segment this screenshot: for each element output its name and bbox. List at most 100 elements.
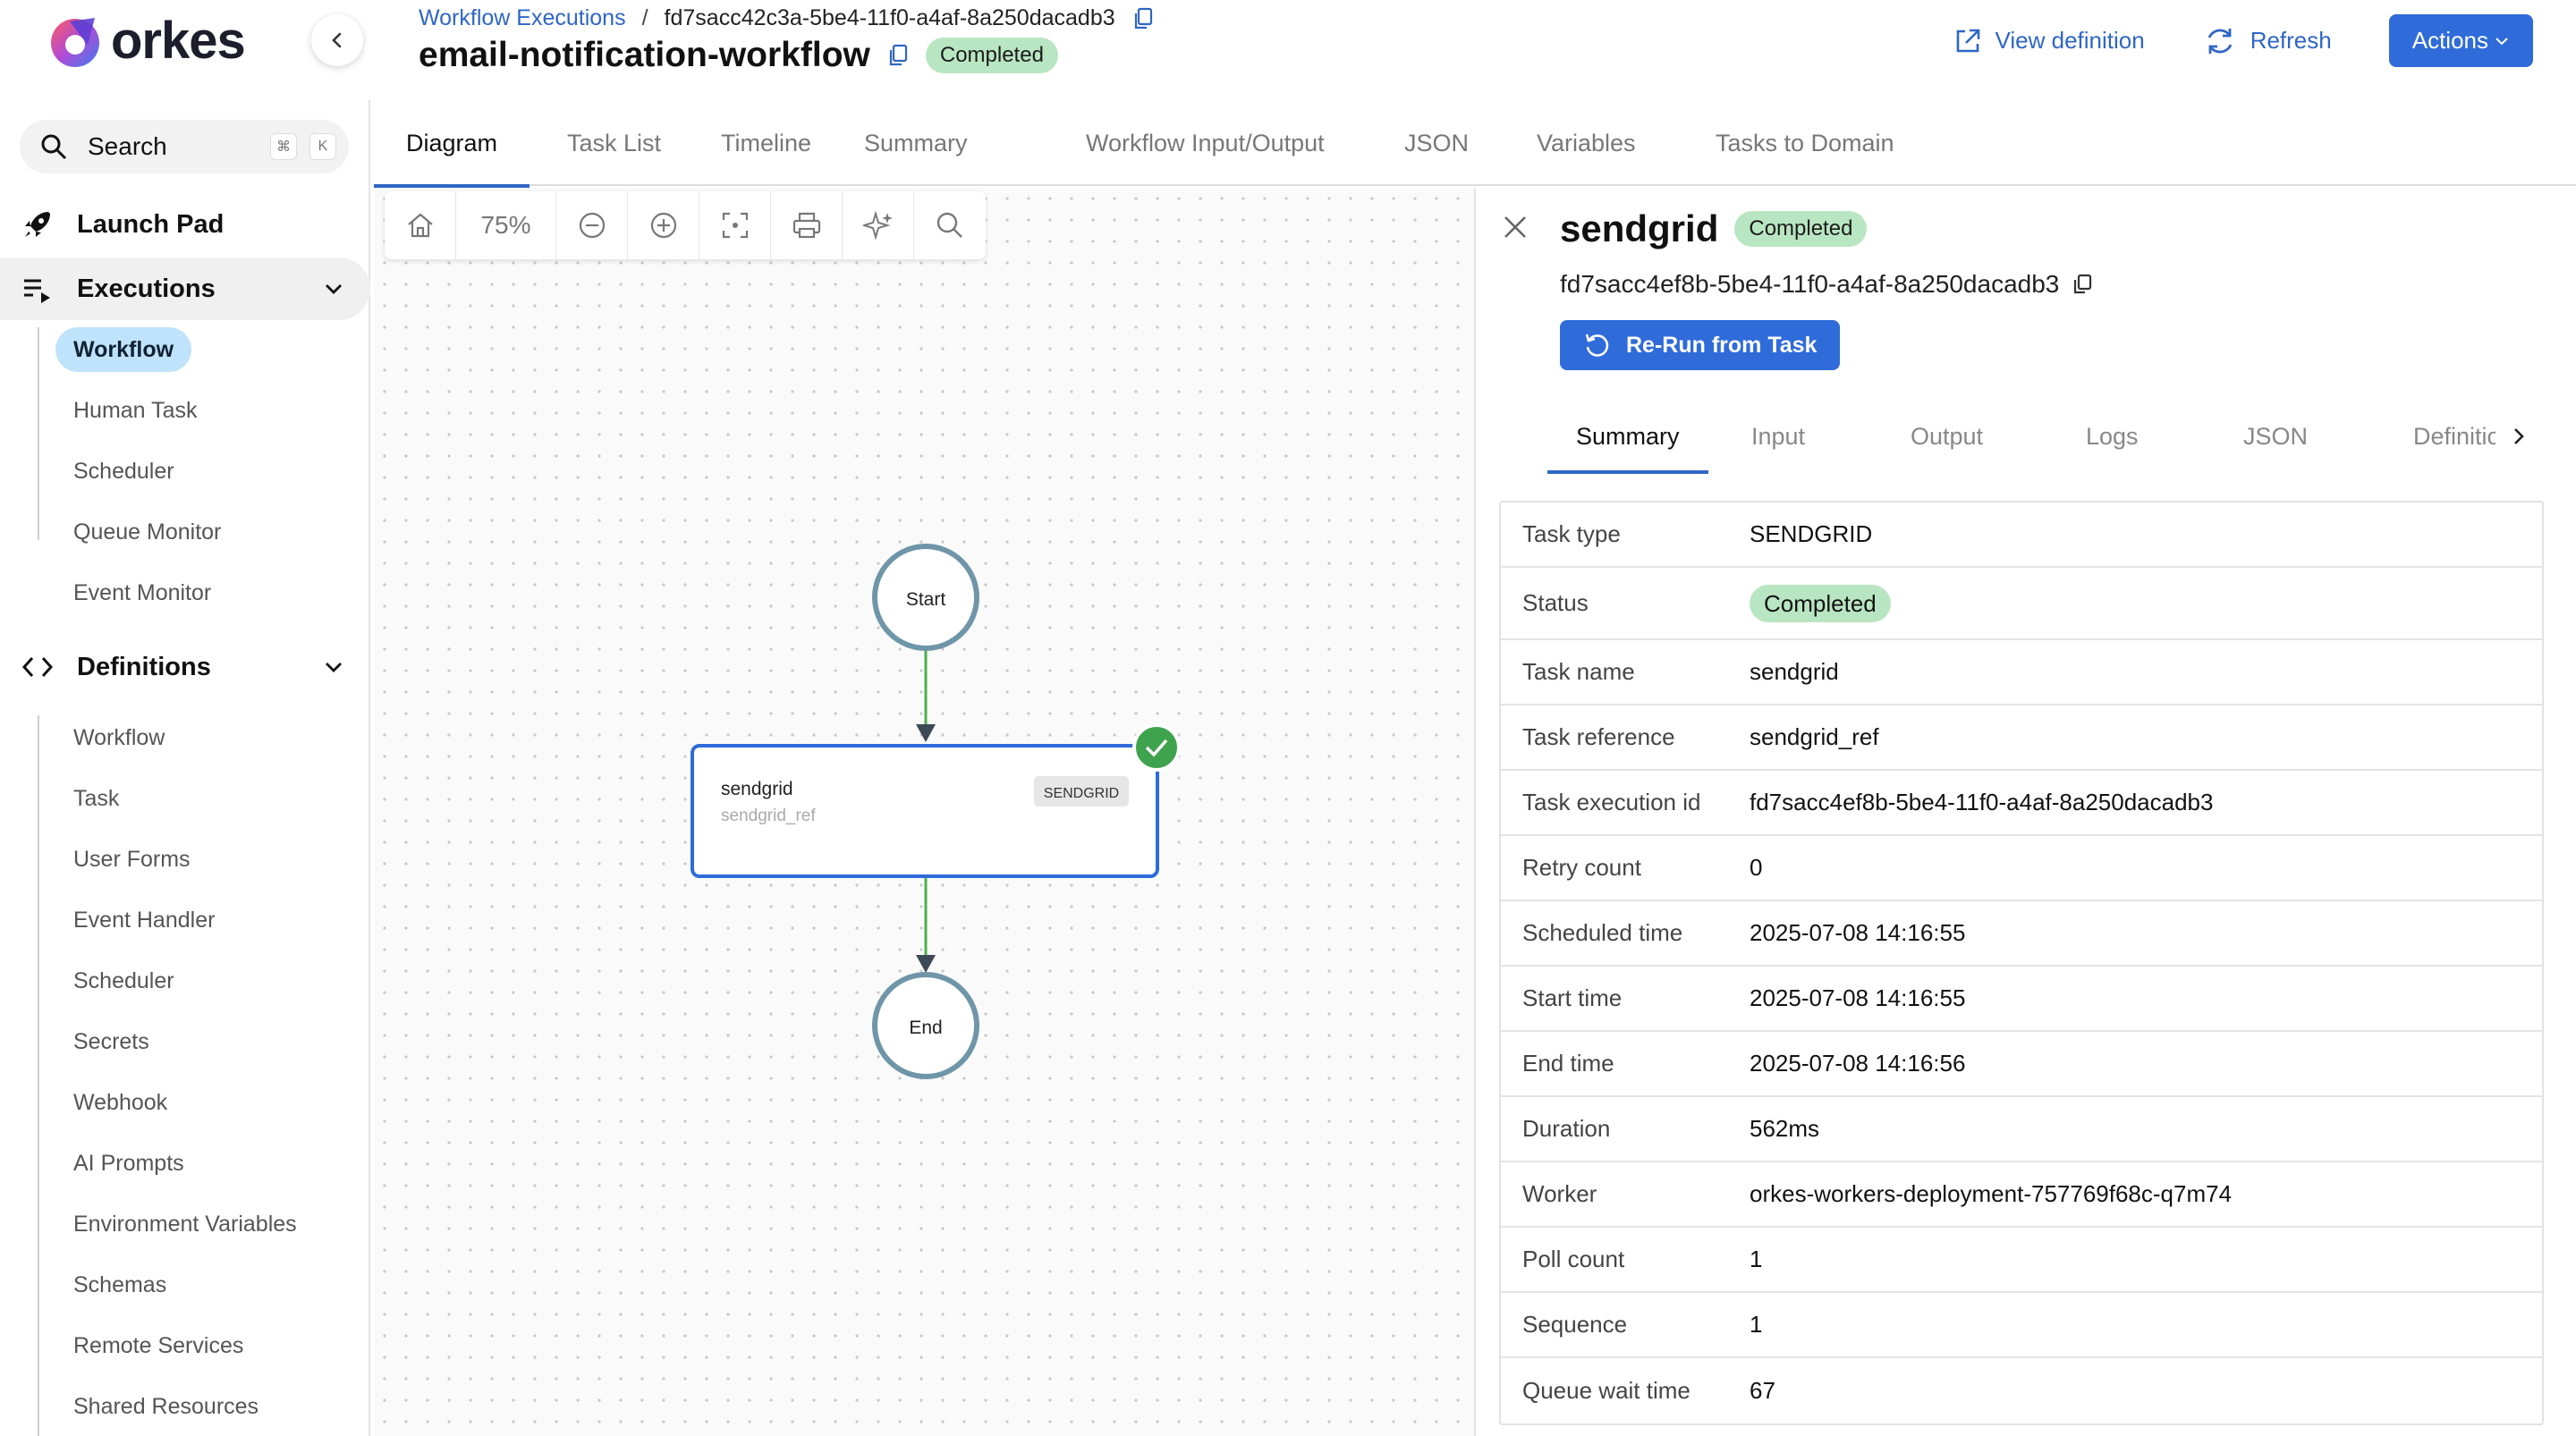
chevron-right-icon <box>2514 428 2524 444</box>
sidebar: Search ⌘ K Launch Pad Executions Workflo… <box>0 100 370 1436</box>
sidebar-item-event-monitor[interactable]: Event Monitor <box>55 570 229 615</box>
actions-button[interactable]: Actions <box>2388 14 2533 67</box>
executions-subnav: Workflow Human Task Scheduler Queue Moni… <box>38 327 370 605</box>
table-row: Start time 2025-07-08 14:16:55 <box>1501 967 2542 1032</box>
chevron-left-icon <box>332 32 342 48</box>
sidebar-search[interactable]: Search ⌘ K <box>20 120 349 173</box>
breadcrumb: Workflow Executions / fd7sacc42c3a-5be4-… <box>419 5 1155 31</box>
check-icon <box>1132 723 1181 772</box>
row-key: Task name <box>1522 658 1635 685</box>
workflow-diagram: Start sendgrid sendgrid_ref SENDGRID End <box>691 544 1181 1079</box>
panel-tab-summary[interactable]: Summary <box>1547 399 1708 474</box>
sidebar-item-remote-services[interactable]: Remote Services <box>55 1323 261 1368</box>
tab-task-list[interactable]: Task List <box>535 100 693 186</box>
arrow-head <box>916 724 936 742</box>
header-actions: View definition Refresh Actions <box>1953 14 2533 67</box>
tab-json[interactable]: JSON <box>1372 100 1501 186</box>
task-node-ref: sendgrid_ref <box>721 807 816 825</box>
panel-tab-logs[interactable]: Logs <box>2057 399 2167 474</box>
row-value: fd7sacc4ef8b-5be4-11f0-a4af-8a250dacadb3 <box>1750 789 2214 815</box>
chevron-down-icon <box>2496 37 2508 45</box>
tab-timeline[interactable]: Timeline <box>689 100 843 186</box>
copy-icon[interactable] <box>2072 273 2093 296</box>
row-value: SENDGRID <box>1750 520 1873 547</box>
sidebar-section-definitions[interactable]: Definitions <box>0 636 370 698</box>
task-node-sendgrid[interactable]: sendgrid sendgrid_ref SENDGRID <box>691 723 1181 878</box>
start-node[interactable]: Start <box>872 544 979 651</box>
refresh-icon <box>2207 28 2232 54</box>
arrow-head <box>916 955 936 973</box>
sidebar-item-secrets[interactable]: Secrets <box>55 1019 167 1064</box>
search-icon <box>41 134 67 160</box>
row-value: sendgrid_ref <box>1750 723 1879 750</box>
row-key: End time <box>1522 1050 1614 1077</box>
sidebar-item-task[interactable]: Task <box>55 776 137 821</box>
launch-pad-label: Launch Pad <box>77 209 225 239</box>
end-node-label: End <box>909 1018 942 1038</box>
sidebar-section-executions[interactable]: Executions <box>0 258 370 320</box>
sidebar-item-shared-resources[interactable]: Shared Resources <box>55 1384 276 1429</box>
collapse-sidebar-button[interactable] <box>311 14 363 66</box>
sidebar-item-schemas[interactable]: Schemas <box>55 1263 184 1307</box>
close-panel-button[interactable] <box>1496 207 1535 247</box>
table-row: Sequence 1 <box>1501 1293 2542 1358</box>
sidebar-item-webhook[interactable]: Webhook <box>55 1080 185 1125</box>
copy-icon[interactable] <box>1131 6 1155 31</box>
sidebar-item-event-handler[interactable]: Event Handler <box>55 898 233 942</box>
orkes-logo[interactable]: orkes <box>43 9 246 72</box>
refresh-button[interactable]: Refresh <box>2202 23 2332 59</box>
task-id: fd7sacc4ef8b-5be4-11f0-a4af-8a250dacadb3 <box>1560 270 2060 298</box>
page-title: email-notification-workflow <box>419 36 870 74</box>
tab-workflow-input-output[interactable]: Workflow Input/Output <box>1054 100 1357 186</box>
actions-label: Actions <box>2411 27 2488 54</box>
task-details-panel: sendgrid Completed fd7sacc4ef8b-5be4-11f… <box>1474 188 2576 1436</box>
sidebar-item-launch-pad[interactable]: Launch Pad <box>0 193 370 256</box>
sidebar-item-environment-variables[interactable]: Environment Variables <box>55 1202 315 1246</box>
panel-tab-input[interactable]: Input <box>1723 399 1834 474</box>
sidebar-item-human-task[interactable]: Human Task <box>55 388 216 433</box>
row-value: 2025-07-08 14:16:55 <box>1750 984 1966 1011</box>
sidebar-item-queue-monitor[interactable]: Queue Monitor <box>55 510 239 554</box>
tab-tasks-to-domain[interactable]: Tasks to Domain <box>1683 100 1927 186</box>
sidebar-item-executions-scheduler[interactable]: Scheduler <box>55 449 192 494</box>
panel-tab-definition[interactable]: Definition <box>2385 399 2496 474</box>
view-definition-button[interactable]: View definition <box>1953 26 2145 56</box>
breadcrumb-workflow-executions[interactable]: Workflow Executions <box>419 5 626 31</box>
row-key: Poll count <box>1522 1246 1625 1272</box>
table-row: Task type SENDGRID <box>1501 503 2542 568</box>
end-node[interactable]: End <box>872 972 979 1079</box>
executions-label: Executions <box>77 274 216 303</box>
diagram-canvas[interactable]: 75% Start sendgrid sendgrid_ref SENDGRID… <box>374 188 1474 1436</box>
search-label: Search <box>88 132 167 160</box>
subnav-rail <box>38 715 39 1436</box>
sidebar-item-executions-workflow[interactable]: Workflow <box>55 327 192 372</box>
task-node-name: sendgrid <box>721 779 793 799</box>
panel-tabs-scroll-right[interactable] <box>2499 417 2538 456</box>
refresh-label: Refresh <box>2250 27 2332 54</box>
sidebar-item-user-forms[interactable]: User Forms <box>55 837 208 882</box>
subnav-rail <box>38 327 39 540</box>
panel-tabs-viewport: Summary Input Output Logs JSON Definitio… <box>1476 399 2496 474</box>
panel-tab-output[interactable]: Output <box>1882 399 2012 474</box>
table-row: Task name sendgrid <box>1501 640 2542 705</box>
row-value: 0 <box>1750 854 1763 881</box>
row-value: 2025-07-08 14:16:56 <box>1750 1050 1966 1077</box>
sidebar-item-ai-prompts[interactable]: AI Prompts <box>55 1141 202 1186</box>
tab-variables[interactable]: Variables <box>1504 100 1668 186</box>
sidebar-item-def-scheduler[interactable]: Scheduler <box>55 959 192 1003</box>
sidebar-item-def-workflow[interactable]: Workflow <box>55 715 182 760</box>
tab-summary[interactable]: Summary <box>832 100 1000 186</box>
row-value: orkes-workers-deployment-757769f68c-q7m7… <box>1750 1180 2233 1207</box>
panel-tab-json[interactable]: JSON <box>2215 399 2336 474</box>
rerun-from-task-button[interactable]: Re-Run from Task <box>1560 320 1841 370</box>
breadcrumb-execution-id: fd7sacc42c3a-5be4-11f0-a4af-8a250dacadb3 <box>664 5 1115 30</box>
row-key: Task type <box>1522 520 1621 547</box>
orkes-logo-icon <box>51 18 99 67</box>
row-value: 1 <box>1750 1246 1763 1272</box>
logo-text: orkes <box>111 11 246 70</box>
task-summary-table: Task type SENDGRID Status Completed Task n… <box>1499 501 2544 1425</box>
panel-tabs: Summary Input Output Logs JSON Definitio… <box>1476 399 2576 474</box>
chevron-down-icon <box>326 284 342 294</box>
tab-diagram[interactable]: Diagram <box>374 100 530 188</box>
copy-title-icon[interactable] <box>886 43 910 68</box>
